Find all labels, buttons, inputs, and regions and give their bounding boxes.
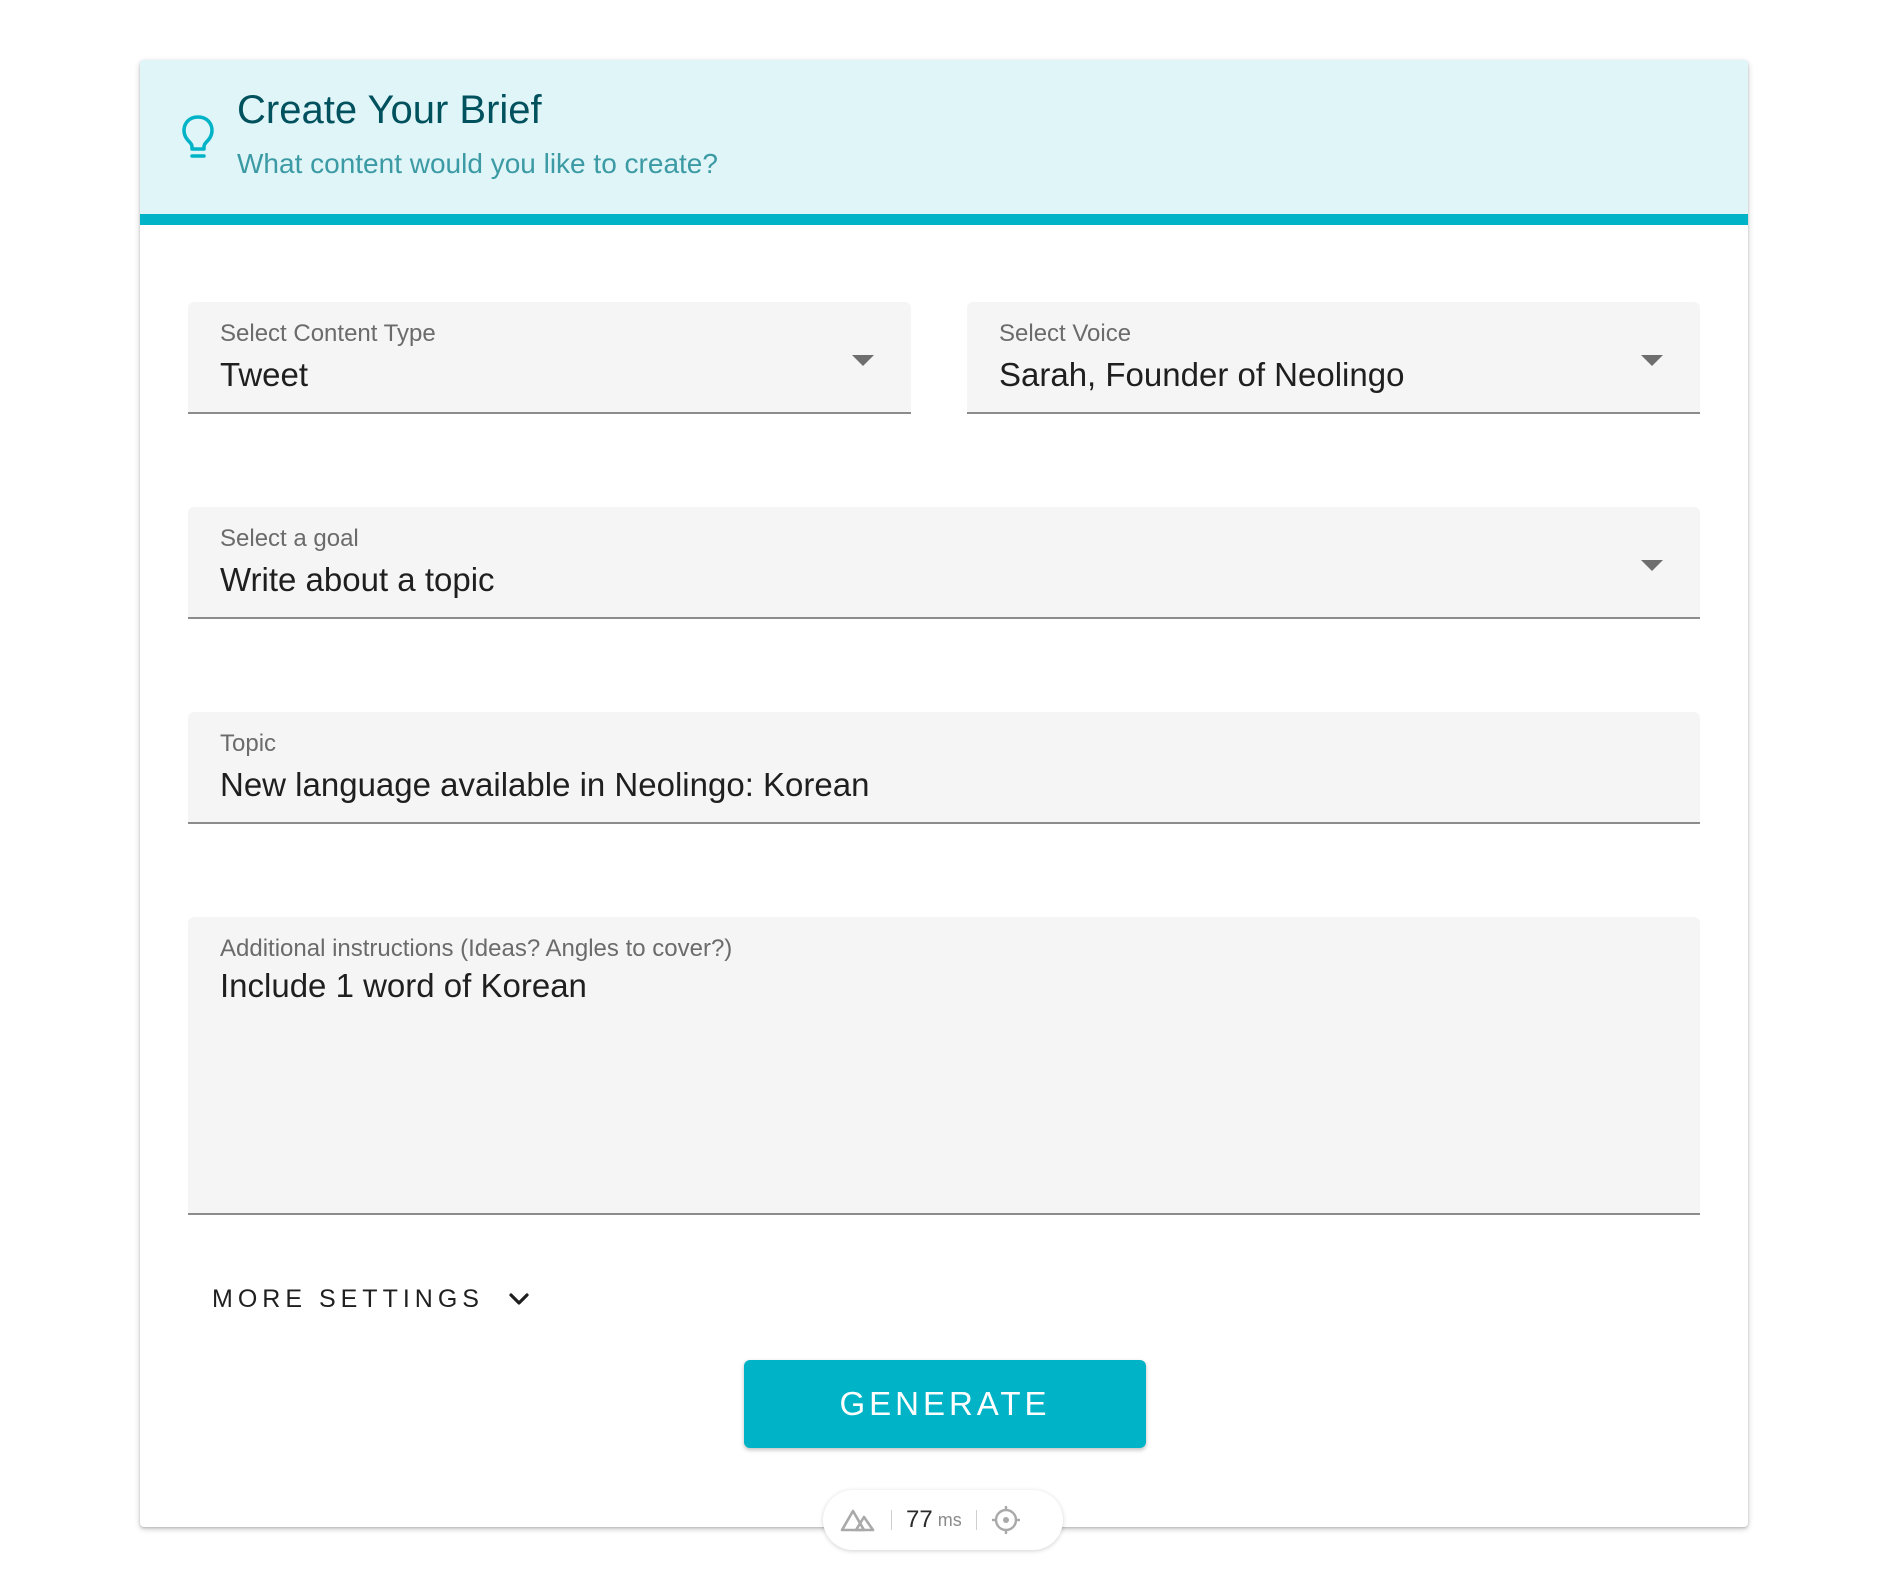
voice-value: Sarah, Founder of Neolingo — [999, 356, 1405, 393]
goal-label: Select a goal — [220, 525, 359, 552]
divider — [975, 1510, 977, 1530]
card-header: Create Your Brief What content would you… — [140, 60, 1748, 225]
page-title: Create Your Brief — [237, 88, 542, 132]
caret-down-icon — [852, 355, 874, 366]
content-type-label: Select Content Type — [220, 320, 436, 347]
caret-down-icon — [1641, 355, 1663, 366]
perf-indicator[interactable]: 77 ms — [823, 1490, 1063, 1550]
instructions-value: Include 1 word of Korean — [220, 967, 587, 1004]
instructions-label: Additional instructions (Ideas? Angles t… — [220, 935, 733, 962]
perf-time-unit: ms — [937, 1509, 962, 1530]
generate-button[interactable]: GENERATE — [744, 1360, 1146, 1448]
divider — [891, 1510, 892, 1530]
page-subtitle: What content would you like to create? — [237, 148, 718, 179]
topic-input[interactable]: Topic New language available in Neolingo… — [188, 712, 1700, 824]
voice-label: Select Voice — [999, 320, 1132, 347]
nuxt-logo-icon — [840, 1509, 875, 1532]
content-type-select[interactable]: Select Content Type Tweet — [188, 302, 911, 414]
lightbulb-icon — [182, 115, 214, 158]
perf-time-value: 77 — [906, 1506, 933, 1533]
goal-value: Write about a topic — [220, 561, 495, 598]
more-settings-toggle[interactable]: MORE SETTINGS — [212, 1276, 532, 1322]
caret-down-icon — [1641, 560, 1663, 571]
content-type-value: Tweet — [220, 356, 309, 393]
goal-select[interactable]: Select a goal Write about a topic — [188, 507, 1700, 619]
topic-value: New language available in Neolingo: Kore… — [220, 766, 870, 803]
crosshair-icon[interactable] — [991, 1505, 1021, 1535]
chevron-down-icon — [509, 1293, 529, 1305]
instructions-textarea[interactable]: Additional instructions (Ideas? Angles t… — [188, 917, 1700, 1215]
more-settings-label: MORE SETTINGS — [212, 1284, 484, 1313]
topic-label: Topic — [220, 730, 277, 757]
voice-select[interactable]: Select Voice Sarah, Founder of Neolingo — [967, 302, 1700, 414]
brief-card: Create Your Brief What content would you… — [140, 60, 1748, 1527]
